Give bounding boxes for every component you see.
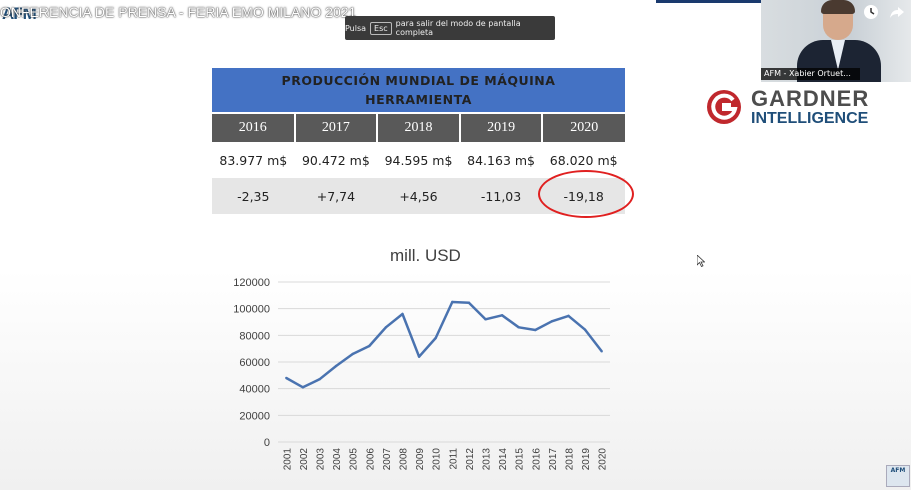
year-header: 2020: [542, 112, 625, 142]
y-tick-label: 120000: [233, 277, 270, 289]
speaker-hair: [821, 0, 855, 14]
meeting-title: ONFERENCIA DE PRENSA - FERIA EMO MILANO …: [0, 4, 357, 20]
x-tick-label: 2002: [299, 448, 310, 471]
value-cell: 84.163 m$: [459, 142, 543, 178]
data-point: [285, 376, 288, 380]
data-point: [384, 326, 388, 329]
data-point: [368, 344, 371, 348]
production-line-chart: 0 20000 40000 60000 80000 100000 120000 2001 200…: [233, 277, 610, 471]
y-tick-label: 20000: [239, 410, 270, 422]
afm-corner-logo: AFM: [886, 465, 910, 487]
y-tick-label: 40000: [239, 384, 270, 396]
gardner-g-icon: [707, 90, 741, 124]
x-tick-label: 2017: [548, 448, 559, 471]
change-cell: -11,03: [459, 178, 543, 214]
data-point: [583, 328, 587, 331]
year-header: 2019: [459, 112, 544, 142]
data-point: [334, 364, 338, 368]
table-title-line2: HERRAMIENTA: [365, 92, 472, 107]
data-point: [467, 301, 471, 304]
speaker-name-label: AFM - Xabier Ortuet...: [761, 68, 860, 80]
table-title-line1: PRODUCCIÓN MUNDIAL DE MÁQUINA: [281, 73, 556, 88]
data-point: [318, 378, 321, 381]
change-cell: +7,74: [294, 178, 378, 214]
gardner-intelligence: INTELLIGENCE: [751, 110, 869, 127]
highlight-circle: [538, 170, 634, 218]
data-point: [301, 386, 305, 389]
value-cell: 90.472 m$: [294, 142, 378, 178]
data-point: [401, 312, 404, 316]
x-tick-label: 2015: [515, 448, 526, 471]
data-point: [484, 318, 487, 321]
clock-icon[interactable]: [863, 4, 879, 20]
series-line: [285, 300, 603, 389]
x-tick-label: 2013: [482, 448, 493, 471]
data-point: [417, 355, 421, 358]
mouse-cursor-icon: [697, 255, 705, 267]
data-point: [500, 314, 504, 317]
x-tick-label: 2008: [399, 448, 410, 471]
data-point: [550, 320, 554, 323]
esc-hint-suffix: para salir del modo de pantalla completa: [395, 19, 521, 37]
gardner-name: GARDNER: [751, 86, 870, 111]
x-tick-label: 2007: [382, 448, 393, 471]
x-tick-label: 2011: [448, 448, 459, 470]
x-tick-label: 2020: [598, 448, 609, 471]
x-tick-label: 2009: [415, 448, 426, 471]
x-tick-label: 2019: [581, 448, 592, 471]
share-icon[interactable]: [889, 4, 905, 20]
esc-hint-prefix: Pulsa: [345, 23, 367, 33]
x-tick-label: 2014: [498, 448, 509, 471]
speaker-video[interactable]: AFM - Xabier Ortuet...: [761, 0, 911, 82]
data-point: [600, 350, 603, 353]
y-tick-label: 0: [264, 437, 270, 449]
y-tick-label: 80000: [239, 330, 270, 342]
year-header: 2017: [294, 112, 379, 142]
value-cell: 83.977 m$: [212, 142, 295, 178]
x-tick-label: 2003: [316, 448, 327, 471]
x-tick-label: 2018: [565, 448, 576, 471]
change-cell: +4,56: [377, 178, 460, 214]
y-tick-label: 100000: [233, 304, 270, 316]
x-tick-label: 2010: [432, 448, 443, 471]
data-point: [534, 328, 537, 332]
x-tick-label: 2004: [332, 448, 343, 471]
data-point: [567, 314, 570, 318]
table-title: PRODUCCIÓN MUNDIAL DE MÁQUINA HERRAMIENT…: [212, 68, 625, 113]
y-tick-label: 60000: [239, 357, 270, 369]
x-tick-label: 2001: [282, 448, 293, 471]
x-tick-label: 2006: [365, 448, 376, 471]
esc-key-badge: Esc: [370, 21, 392, 35]
x-tick-label: 2016: [531, 448, 542, 471]
x-tick-label: 2005: [349, 448, 360, 471]
change-cell: -2,35: [212, 178, 295, 214]
year-header: 2016: [212, 112, 296, 142]
data-point: [351, 352, 354, 356]
value-cell: 94.595 m$: [377, 142, 460, 178]
data-point: [451, 300, 454, 304]
data-point: [517, 326, 520, 329]
fullscreen-exit-hint: Pulsa Esc para salir del modo de pantall…: [345, 16, 555, 40]
data-point: [434, 336, 437, 340]
year-header: 2018: [377, 112, 461, 142]
video-top-strip: [656, 0, 761, 3]
x-tick-label: 2012: [465, 448, 476, 471]
